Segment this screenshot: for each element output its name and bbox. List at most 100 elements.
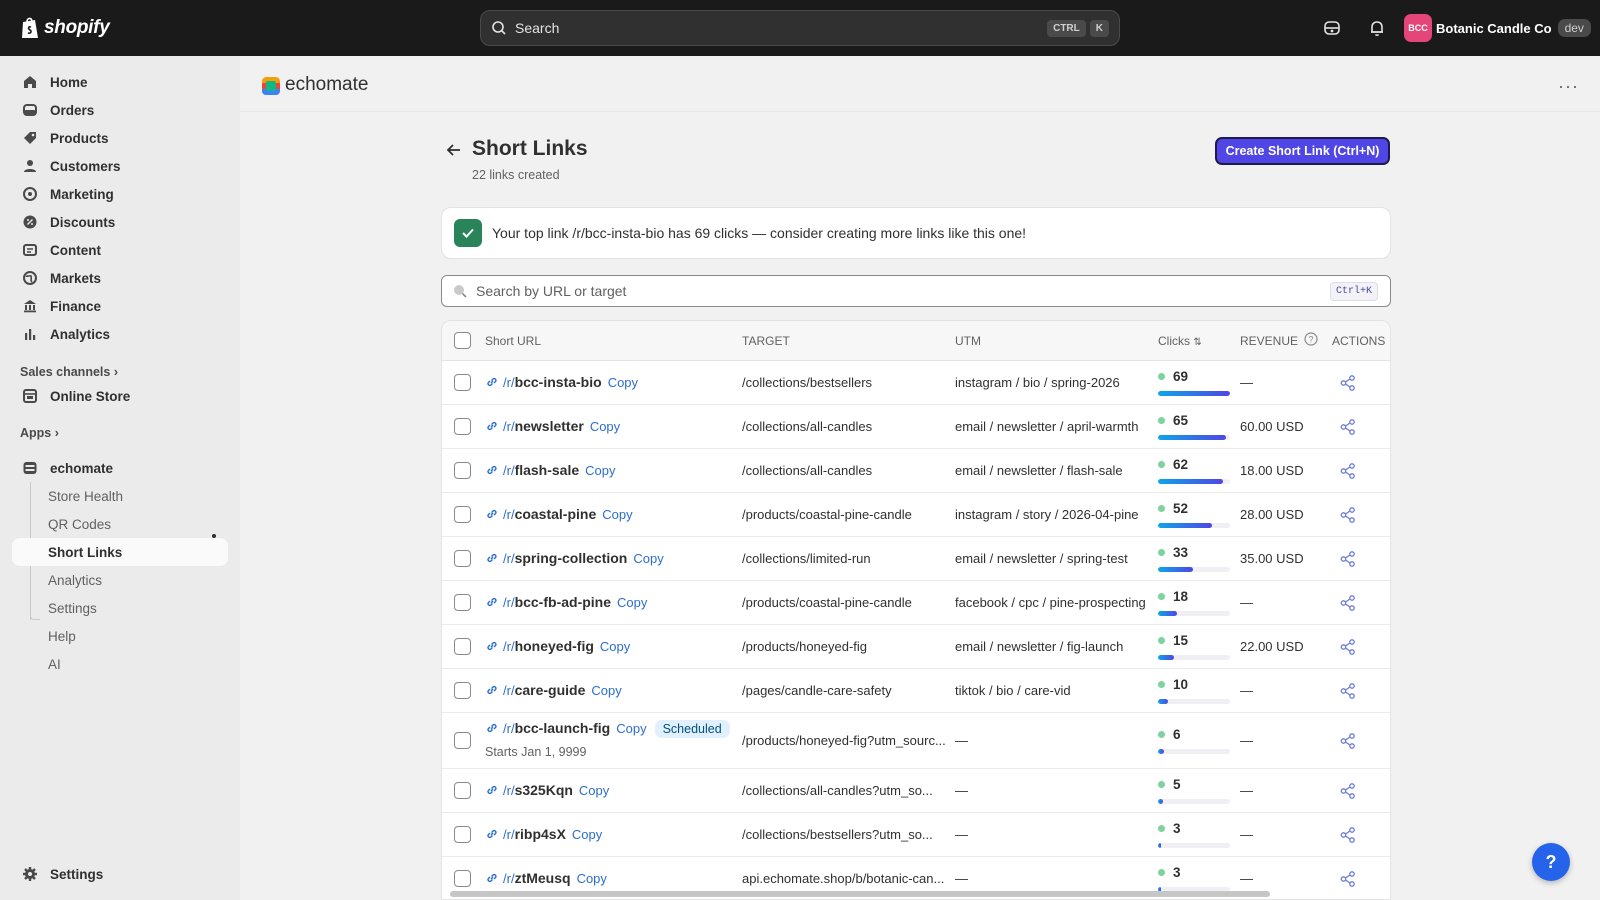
row-checkbox[interactable] — [454, 682, 471, 699]
share-icon[interactable] — [1339, 506, 1357, 524]
row-checkbox[interactable] — [454, 782, 471, 799]
table-row[interactable]: /r/coastal-pine Copy/products/coastal-pin… — [442, 493, 1390, 537]
copy-link[interactable]: Copy — [585, 463, 615, 478]
info-icon[interactable]: ? — [1304, 332, 1318, 346]
short-url-slug[interactable]: coastal-pine — [515, 506, 597, 522]
apps-heading[interactable]: Apps › — [20, 426, 59, 440]
short-url-prefix[interactable]: /r/ — [503, 551, 515, 566]
table-row[interactable]: /r/bcc-launch-fig Copy Scheduled Starts Jan… — [442, 713, 1390, 769]
short-url-prefix[interactable]: /r/ — [503, 871, 515, 886]
short-url-slug[interactable]: s325Kqn — [515, 782, 573, 798]
sidebar-item-products[interactable]: Products — [12, 124, 228, 152]
share-icon[interactable] — [1339, 418, 1357, 436]
sidebar-item-settings[interactable]: Settings — [12, 860, 228, 888]
mailbox-icon[interactable] — [1322, 18, 1342, 38]
table-row[interactable]: /r/newsletter Copy/collections/all-candle… — [442, 405, 1390, 449]
copy-link[interactable]: Copy — [572, 827, 602, 842]
sidebar-item-home[interactable]: Home — [12, 68, 228, 96]
share-icon[interactable] — [1339, 870, 1357, 888]
short-url-prefix[interactable]: /r/ — [503, 419, 515, 434]
bell-icon[interactable] — [1367, 18, 1387, 38]
short-url-prefix[interactable]: /r/ — [503, 827, 515, 842]
copy-link[interactable]: Copy — [608, 375, 638, 390]
share-icon[interactable] — [1339, 732, 1357, 750]
header-short-url[interactable]: Short URL — [485, 334, 541, 348]
short-url-prefix[interactable]: /r/ — [503, 507, 515, 522]
create-short-link-button[interactable]: Create Short Link (Ctrl+N) — [1215, 137, 1390, 165]
short-url-slug[interactable]: ribp4sX — [515, 826, 566, 842]
sidebar-item-content[interactable]: Content — [12, 236, 228, 264]
table-row[interactable]: /r/s325Kqn Copy/collections/all-candles?u… — [442, 769, 1390, 813]
table-row[interactable]: /r/ribp4sX Copy/collections/bestsellers?u… — [442, 813, 1390, 857]
sales-channels-heading[interactable]: Sales channels › — [20, 365, 118, 379]
copy-link[interactable]: Copy — [577, 871, 607, 886]
select-all-checkbox[interactable] — [454, 332, 471, 349]
sidebar-item-discounts[interactable]: Discounts — [12, 208, 228, 236]
row-checkbox[interactable] — [454, 826, 471, 843]
row-checkbox[interactable] — [454, 550, 471, 567]
share-icon[interactable] — [1339, 550, 1357, 568]
table-row[interactable]: /r/care-guide Copy/pages/candle-care-safe… — [442, 669, 1390, 713]
sidebar-item-marketing[interactable]: Marketing — [12, 180, 228, 208]
links-search-input[interactable]: Search by URL or target Ctrl+K — [441, 275, 1391, 307]
store-switcher[interactable]: BCC Botanic Candle Co dev — [1404, 14, 1591, 42]
row-checkbox[interactable] — [454, 638, 471, 655]
share-icon[interactable] — [1339, 826, 1357, 844]
short-url-prefix[interactable]: /r/ — [503, 639, 515, 654]
share-icon[interactable] — [1339, 682, 1357, 700]
table-row[interactable]: /r/bcc-insta-bio Copy/collections/bestsel… — [442, 361, 1390, 405]
short-url-slug[interactable]: ztMeusq — [515, 870, 571, 886]
short-url-slug[interactable]: bcc-launch-fig — [515, 720, 611, 736]
row-checkbox[interactable] — [454, 870, 471, 887]
copy-link[interactable]: Copy — [590, 419, 620, 434]
row-checkbox[interactable] — [454, 594, 471, 611]
row-checkbox[interactable] — [454, 462, 471, 479]
sidebar-item-markets[interactable]: Markets — [12, 264, 228, 292]
row-checkbox[interactable] — [454, 418, 471, 435]
sidebar-sub-store-health[interactable]: Store Health — [12, 482, 228, 510]
short-url-slug[interactable]: bcc-insta-bio — [515, 374, 602, 390]
sidebar-item-online-store[interactable]: Online Store — [12, 382, 228, 410]
short-url-slug[interactable]: care-guide — [515, 682, 586, 698]
sidebar-item-orders[interactable]: Orders — [12, 96, 228, 124]
short-url-slug[interactable]: honeyed-fig — [515, 638, 594, 654]
share-icon[interactable] — [1339, 462, 1357, 480]
short-url-prefix[interactable]: /r/ — [503, 721, 515, 736]
table-row[interactable]: /r/honeyed-fig Copy/products/honeyed-fig e… — [442, 625, 1390, 669]
short-url-prefix[interactable]: /r/ — [503, 595, 515, 610]
sidebar-item-customers[interactable]: Customers — [12, 152, 228, 180]
share-icon[interactable] — [1339, 638, 1357, 656]
share-icon[interactable] — [1339, 782, 1357, 800]
short-url-slug[interactable]: newsletter — [515, 418, 584, 434]
copy-link[interactable]: Copy — [591, 683, 621, 698]
short-url-prefix[interactable]: /r/ — [503, 783, 515, 798]
row-checkbox[interactable] — [454, 374, 471, 391]
sidebar-sub-help[interactable]: Help — [12, 622, 228, 650]
copy-link[interactable]: Copy — [600, 639, 630, 654]
table-row[interactable]: /r/flash-sale Copy/collections/all-candle… — [442, 449, 1390, 493]
more-actions-icon[interactable]: ··· — [1558, 76, 1579, 97]
sidebar-item-analytics[interactable]: Analytics — [12, 320, 228, 348]
copy-link[interactable]: Copy — [617, 595, 647, 610]
copy-link[interactable]: Copy — [616, 721, 646, 736]
back-arrow-icon[interactable] — [444, 140, 464, 160]
copy-link[interactable]: Copy — [579, 783, 609, 798]
row-checkbox[interactable] — [454, 732, 471, 749]
short-url-slug[interactable]: spring-collection — [515, 550, 628, 566]
table-row[interactable]: /r/bcc-fb-ad-pine Copy/products/coastal-p… — [442, 581, 1390, 625]
copy-link[interactable]: Copy — [602, 507, 632, 522]
table-row[interactable]: /r/spring-collection Copy/collections/lim… — [442, 537, 1390, 581]
short-url-prefix[interactable]: /r/ — [503, 683, 515, 698]
sidebar-item-echomate[interactable]: echomate — [12, 454, 228, 482]
short-url-slug[interactable]: flash-sale — [515, 462, 580, 478]
share-icon[interactable] — [1339, 374, 1357, 392]
help-button[interactable]: ? — [1532, 843, 1570, 881]
short-url-prefix[interactable]: /r/ — [503, 375, 515, 390]
header-clicks[interactable]: Clicks ⇅ — [1158, 334, 1202, 348]
row-checkbox[interactable] — [454, 506, 471, 523]
sidebar-sub-ai[interactable]: AI — [12, 650, 228, 678]
copy-link[interactable]: Copy — [633, 551, 663, 566]
global-search[interactable]: Search CTRL K — [480, 10, 1120, 46]
horizontal-scrollbar[interactable] — [450, 891, 1270, 897]
short-url-prefix[interactable]: /r/ — [503, 463, 515, 478]
